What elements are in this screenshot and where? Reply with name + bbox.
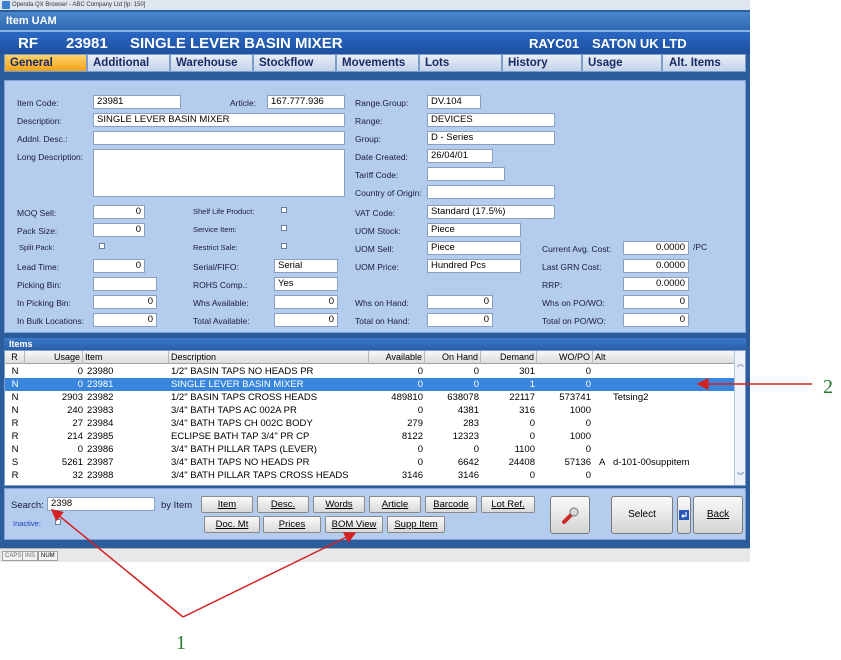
callout-label-2: 2 [823, 376, 833, 398]
callout-label-1: 1 [176, 632, 186, 654]
callout-arrow-search [50, 509, 184, 618]
annotation-layer [50, 378, 812, 618]
callout-arrow-bom [182, 532, 357, 618]
